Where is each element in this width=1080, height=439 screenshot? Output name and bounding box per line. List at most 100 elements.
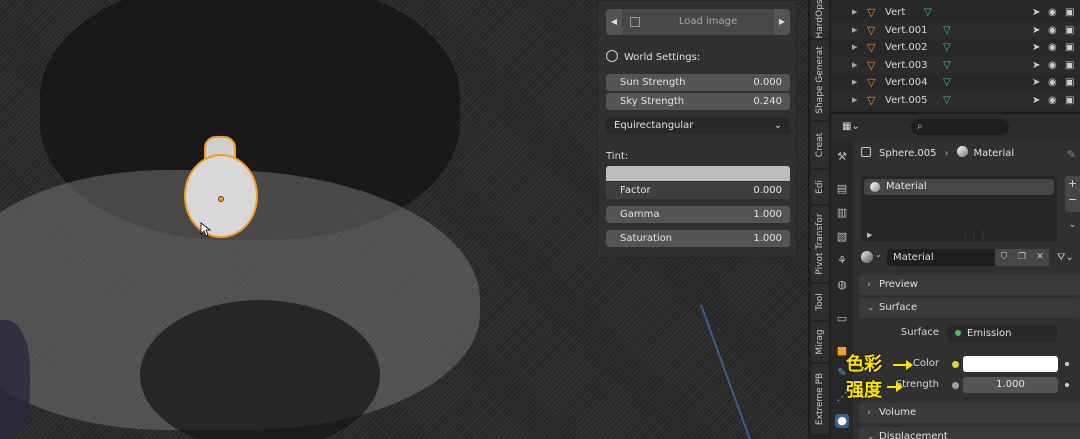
outliner-row[interactable]: ▶ ▽ Vert.002 ▽ ➤ ◉ ▣ bbox=[831, 39, 1080, 56]
surface-panel-header[interactable]: ⌄ Surface bbox=[859, 298, 1080, 318]
outliner-row[interactable]: ▶ ▽ Vert.004 ▽ ➤ ◉ ▣ bbox=[831, 74, 1080, 91]
chevron-down-icon[interactable]: ⌄ bbox=[875, 250, 882, 259]
duplicate-icon[interactable]: ❐ bbox=[1013, 249, 1031, 266]
saturation-field[interactable]: Saturation 1.000 bbox=[606, 230, 790, 247]
tab-mirage[interactable]: Mirag bbox=[811, 322, 829, 362]
eye-icon[interactable]: ◉ bbox=[1048, 92, 1057, 109]
eye-icon[interactable]: ◉ bbox=[1048, 4, 1057, 21]
material-ball-icon bbox=[870, 182, 880, 192]
collection-tab-icon[interactable]: ▭ bbox=[835, 312, 849, 326]
factor-field[interactable]: Factor 0.000 bbox=[606, 182, 790, 199]
select-arrow-icon[interactable]: ➤ bbox=[1032, 74, 1040, 91]
vertex-object-icon: ▽ bbox=[867, 94, 876, 107]
select-arrow-icon[interactable]: ➤ bbox=[1032, 39, 1040, 56]
material-tab-icon[interactable]: ● bbox=[835, 414, 849, 428]
output-tab-icon[interactable]: ▥ bbox=[835, 206, 849, 220]
outliner-row[interactable]: ▶ ▽ Vert ▽ ➤ ◉ ▣ bbox=[831, 4, 1080, 21]
tab-hardops[interactable]: HardOps bbox=[811, 0, 829, 39]
camera-icon[interactable]: ▣ bbox=[1065, 57, 1074, 74]
load-image-row: ◀ Load image ▶ bbox=[606, 9, 790, 35]
view-layer-tab-icon[interactable]: ▧ bbox=[835, 230, 849, 244]
select-arrow-icon[interactable]: ➤ bbox=[1032, 57, 1040, 74]
chevron-right-icon: › bbox=[944, 148, 949, 159]
tab-extreme-pbr[interactable]: Extreme PB bbox=[811, 364, 829, 434]
outliner-row[interactable]: ▶ ▽ Vert.003 ▽ ➤ ◉ ▣ bbox=[831, 57, 1080, 74]
tool-tab-icon[interactable]: ⚒ bbox=[835, 150, 849, 164]
camera-icon[interactable]: ▣ bbox=[1065, 4, 1074, 21]
volume-panel-header[interactable]: › Volume bbox=[859, 403, 1080, 423]
sun-strength-field[interactable]: Sun Strength 0.000 bbox=[606, 74, 790, 91]
browse-material-icon[interactable] bbox=[861, 251, 873, 263]
color-socket-dot[interactable] bbox=[952, 361, 959, 368]
keyframe-dot[interactable] bbox=[1065, 362, 1069, 366]
render-tab-icon[interactable]: ▤ bbox=[835, 182, 849, 196]
projection-dropdown[interactable]: Equirectangular ⌄ bbox=[606, 117, 790, 134]
eye-icon[interactable]: ◉ bbox=[1048, 57, 1057, 74]
add-remove-slot-buttons[interactable]: + − bbox=[1065, 176, 1080, 212]
keyframe-dot[interactable] bbox=[1065, 383, 1069, 387]
slot-specials-chevron-icon[interactable]: ⌄ bbox=[1065, 220, 1080, 234]
expand-arrow-icon[interactable]: ▶ bbox=[852, 92, 857, 109]
tab-edit[interactable]: Edi bbox=[811, 170, 829, 204]
expand-arrow-icon[interactable]: ▶ bbox=[852, 57, 857, 74]
tint-color-swatch[interactable] bbox=[606, 166, 790, 181]
surface-shader-dropdown[interactable]: Emission bbox=[947, 325, 1057, 342]
tab-pivot-transform[interactable]: Pivot Transfor bbox=[811, 206, 829, 282]
expand-arrow-icon[interactable]: ▶ bbox=[852, 74, 857, 91]
scene-tab-icon[interactable]: ⚘ bbox=[835, 254, 849, 268]
expand-arrow-icon[interactable]: ▶ bbox=[852, 22, 857, 39]
prev-image-button[interactable]: ◀ bbox=[606, 9, 622, 35]
chevron-right-icon: › bbox=[867, 408, 871, 418]
load-image-button[interactable]: Load image bbox=[646, 9, 770, 35]
select-arrow-icon[interactable]: ➤ bbox=[1032, 22, 1040, 39]
outliner-row[interactable]: ▶ ▽ Vert.001 ▽ ➤ ◉ ▣ bbox=[831, 22, 1080, 39]
expand-arrow-icon[interactable]: ▶ bbox=[852, 39, 857, 56]
outliner: ▶ ▽ Vert ▽ ➤ ◉ ▣ ▶ ▽ Vert.001 ▽ ➤ ◉ ▣ ▶ … bbox=[831, 0, 1080, 112]
3d-viewport[interactable]: ◀ Load image ▶ World Settings: Sun Stren… bbox=[0, 0, 808, 439]
gamma-field[interactable]: Gamma 1.000 bbox=[606, 206, 790, 223]
tab-tool[interactable]: Tool bbox=[811, 284, 829, 320]
camera-icon[interactable]: ▣ bbox=[1065, 39, 1074, 56]
eye-icon[interactable]: ◉ bbox=[1048, 22, 1057, 39]
slot-expand-icon[interactable]: ▶ bbox=[867, 231, 872, 239]
camera-icon[interactable]: ▣ bbox=[1065, 74, 1074, 91]
displacement-panel-header[interactable]: ⌄ Displacement bbox=[859, 427, 1080, 439]
emission-strength-field[interactable]: 1.000 bbox=[963, 377, 1058, 393]
select-arrow-icon[interactable]: ➤ bbox=[1032, 92, 1040, 109]
eye-icon[interactable]: ◉ bbox=[1048, 39, 1057, 56]
vertex-object-icon: ▽ bbox=[867, 41, 876, 54]
properties-search-input[interactable]: ⌕ bbox=[911, 119, 1009, 135]
selected-bulb-object[interactable] bbox=[184, 136, 258, 238]
pin-icon[interactable]: ✎ bbox=[1067, 148, 1076, 161]
editor-type-button[interactable]: ▦⌄ bbox=[839, 119, 865, 135]
select-arrow-icon[interactable]: ➤ bbox=[1032, 4, 1040, 21]
filter-funnel-icon[interactable]: ⛛⌄ bbox=[1057, 249, 1074, 266]
annotation-arrow-color bbox=[893, 360, 913, 370]
material-name-field[interactable]: Material bbox=[887, 249, 995, 266]
material-slot-item[interactable]: Material bbox=[864, 179, 1054, 195]
mesh-data-icon: ▽ bbox=[943, 77, 951, 88]
mesh-data-icon: ▽ bbox=[943, 42, 951, 53]
tab-create[interactable]: Creat bbox=[811, 122, 829, 168]
expand-arrow-icon[interactable]: ▶ bbox=[852, 4, 857, 21]
tint-label: Tint: bbox=[606, 151, 629, 162]
preview-panel-header[interactable]: › Preview bbox=[859, 275, 1080, 295]
emission-color-swatch[interactable] bbox=[963, 356, 1058, 372]
list-resize-handle[interactable]: ⋮⋮⋮ bbox=[961, 230, 988, 239]
camera-icon[interactable]: ▣ bbox=[1065, 22, 1074, 39]
mouse-cursor-icon bbox=[200, 222, 212, 237]
vertex-object-icon: ▽ bbox=[867, 24, 876, 37]
outliner-row[interactable]: ▶ ▽ Vert.005 ▽ ➤ ◉ ▣ bbox=[831, 92, 1080, 109]
camera-icon[interactable]: ▣ bbox=[1065, 92, 1074, 109]
unlink-close-icon[interactable]: ✕ bbox=[1031, 249, 1049, 266]
object-square-icon bbox=[861, 147, 871, 157]
sky-strength-field[interactable]: Sky Strength 0.240 bbox=[606, 93, 790, 110]
strength-socket-dot[interactable] bbox=[952, 382, 959, 389]
tab-shape-generator[interactable]: Shape Generat bbox=[811, 40, 829, 120]
mesh-data-icon: ▽ bbox=[943, 60, 951, 71]
eye-icon[interactable]: ◉ bbox=[1048, 74, 1057, 91]
next-image-button[interactable]: ▶ bbox=[774, 9, 790, 35]
world-tab-icon[interactable]: ◍ bbox=[835, 278, 849, 292]
fake-user-shield-icon[interactable]: ⛉ bbox=[995, 249, 1013, 266]
mesh-data-icon: ▽ bbox=[943, 95, 951, 106]
